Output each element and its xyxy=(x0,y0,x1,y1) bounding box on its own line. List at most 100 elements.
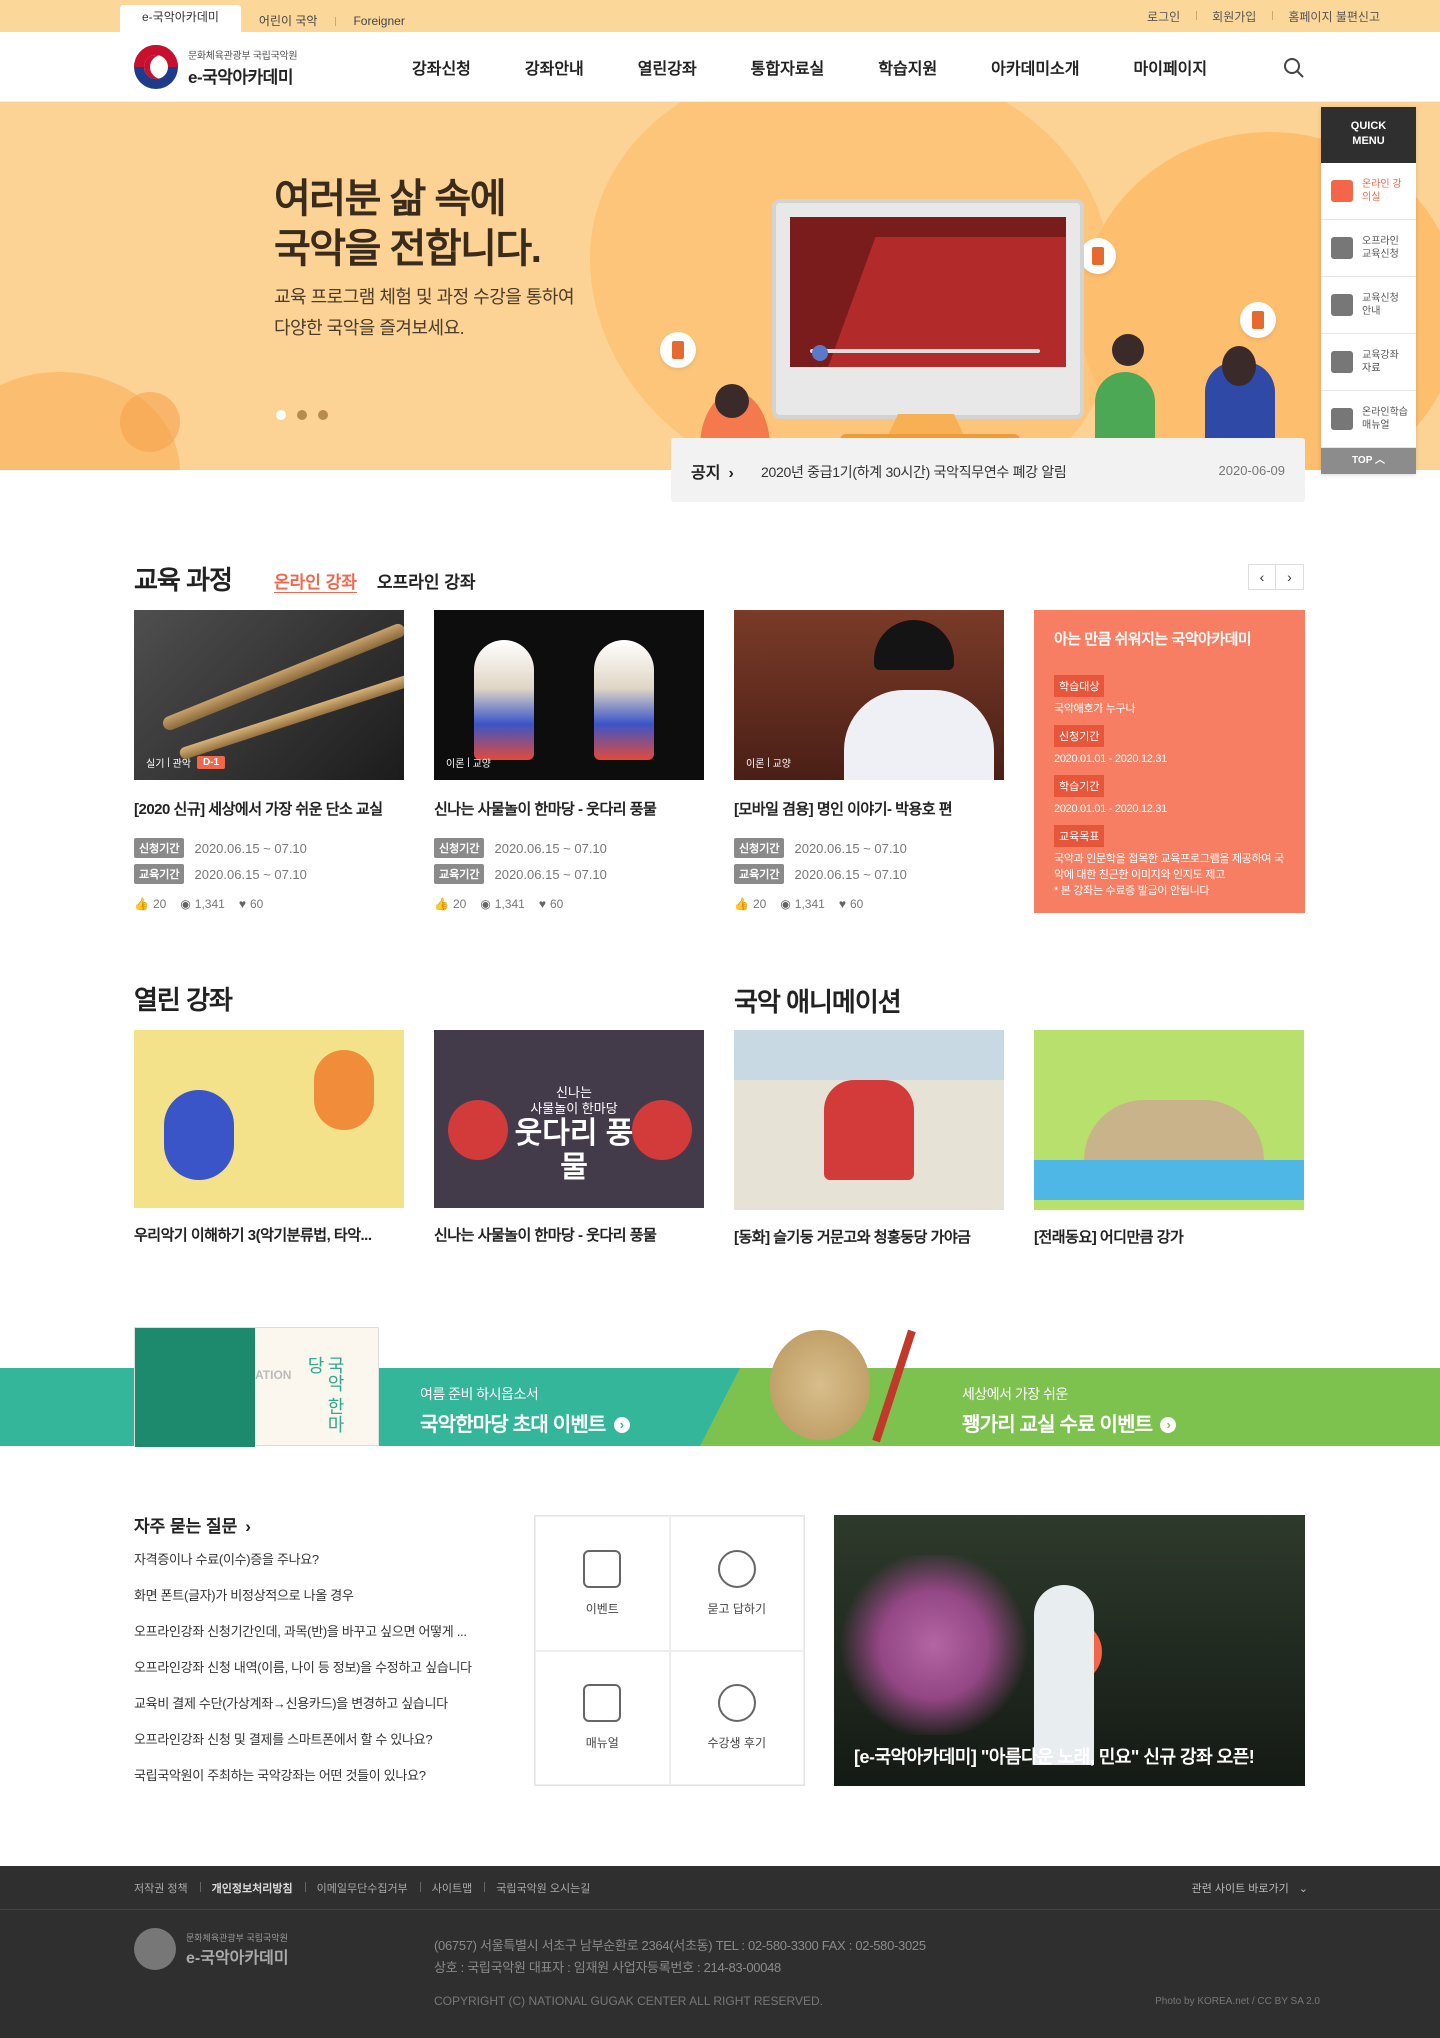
open-lecture-title[interactable]: 신나는 사물놀이 한마당 - 웃다리 풍물 xyxy=(434,1224,704,1245)
signup-link[interactable]: 회원가입 xyxy=(1196,8,1272,25)
site-tab-kids[interactable]: 어린이 국악 xyxy=(241,10,336,32)
course-thumbnail[interactable]: 이론 | 교양 xyxy=(734,610,1004,780)
course-tags: 이론 | 교양 xyxy=(446,757,491,770)
open-section-title: 열린 강좌 xyxy=(134,985,233,1015)
faq-item[interactable]: 오프라인강좌 신청기간인데, 과목(반)을 바꾸고 싶으면 어떻게 ... xyxy=(134,1622,504,1658)
anim-title[interactable]: [동화] 슬기둥 거문고와 청홍둥당 가야금 xyxy=(734,1226,1004,1247)
nav-item-apply[interactable]: 강좌신청 xyxy=(412,55,471,79)
footer-link-copyright[interactable]: 저작권 정책 xyxy=(134,1880,200,1896)
site-tab-foreigner[interactable]: Foreigner xyxy=(335,10,422,32)
course-title[interactable]: [2020 신규] 세상에서 가장 쉬운 단소 교실 xyxy=(134,798,404,819)
faq-item[interactable]: 오프라인강좌 신청 및 결제를 스마트폰에서 할 수 있나요? xyxy=(134,1730,504,1766)
footer-link-email[interactable]: 이메일무단수집거부 xyxy=(304,1880,420,1896)
shortcut-event[interactable]: 이벤트 xyxy=(535,1516,670,1651)
faq-item[interactable]: 국립국악원이 주최하는 국악강좌는 어떤 것들이 있나요? xyxy=(134,1766,504,1802)
utility-bar: e-국악아카데미 어린이 국악 Foreigner 로그인 회원가입 홈페이지 … xyxy=(0,0,1440,32)
faq-item[interactable]: 오프라인강좌 신청 내역(이름, 나이 등 정보)을 수정하고 싶습니다 xyxy=(134,1658,504,1694)
notice-date: 2020-06-09 xyxy=(1218,463,1286,478)
nav-item-guide[interactable]: 강좌안내 xyxy=(525,55,584,79)
anim-title[interactable]: [전래동요] 어디만큼 강가 xyxy=(1034,1226,1304,1247)
report-link[interactable]: 홈페이지 불편신고 xyxy=(1272,8,1396,25)
emblem-icon xyxy=(134,45,178,89)
course-thumbnail[interactable]: 실기 | 관악 D-1 xyxy=(134,610,404,780)
anim-card[interactable]: [전래동요] 어디만큼 강가 xyxy=(1034,1030,1304,1247)
faq-list: 자격증이나 수료(이수)증을 주나요? 화면 폰트(글자)가 비정상적으로 나올… xyxy=(134,1550,504,1802)
search-icon[interactable] xyxy=(1282,56,1306,80)
open-lecture-card[interactable]: 신나는 사물놀이 한마당 웃다리 풍물 신나는 사물놀이 한마당 - 웃다리 풍물 xyxy=(434,1030,704,1245)
thumbs-up-icon: 👍 xyxy=(434,897,449,911)
course-title[interactable]: [모바일 겸용] 명인 이야기- 박용호 편 xyxy=(734,798,1004,819)
event-banner-left-text[interactable]: 여름 준비 하시옵소서 국악한마당 초대 이벤트 xyxy=(420,1384,630,1437)
open-lecture-thumbnail[interactable] xyxy=(134,1030,404,1208)
instrument-badge-icon xyxy=(660,332,696,368)
course-tags: 이론 | 교양 xyxy=(746,757,791,770)
event-banner-right-text[interactable]: 세상에서 가장 쉬운 꽹가리 교실 수료 이벤트 xyxy=(962,1384,1176,1437)
pager-dot-2[interactable] xyxy=(297,410,307,420)
anim-section-title: 국악 애니메이션 xyxy=(734,987,902,1017)
notice-label[interactable]: 공지 xyxy=(691,459,734,483)
course-card[interactable]: 이론 | 교양 [모바일 겸용] 명인 이야기- 박용호 편 신청기간 2020.… xyxy=(734,610,1004,911)
nav-item-open[interactable]: 열린강좌 xyxy=(638,55,697,79)
quick-item-offline-apply[interactable]: 오프라인 교육신청 xyxy=(1321,220,1416,277)
tab-online[interactable]: 온라인 강좌 xyxy=(274,568,357,593)
course-card[interactable]: 실기 | 관악 D-1 [2020 신규] 세상에서 가장 쉬운 단소 교실 신… xyxy=(134,610,404,911)
faq-title[interactable]: 자주 묻는 질문 xyxy=(134,1512,251,1537)
anim-thumbnail[interactable] xyxy=(1034,1030,1304,1210)
top-button[interactable]: TOP ︿ xyxy=(1321,448,1416,474)
nav-item-about[interactable]: 아카데미소개 xyxy=(991,55,1079,79)
site-logo[interactable]: 문화체육관광부 국립국악원 e-국악아카데미 xyxy=(134,45,298,89)
shortcut-manual[interactable]: 매뉴얼 xyxy=(535,1650,670,1785)
header: 문화체육관광부 국립국악원 e-국악아카데미 강좌신청 강좌안내 열린강좌 통합… xyxy=(0,32,1440,102)
headset-icon xyxy=(717,1549,756,1588)
faq-item[interactable]: 화면 폰트(글자)가 비정상적으로 나올 경우 xyxy=(134,1586,504,1622)
course-tags: 실기 | 관악 D-1 xyxy=(146,755,226,770)
notice-bar[interactable]: 공지 2020년 중급1기(하계 30시간) 국악직무연수 폐강 알림 2020… xyxy=(671,438,1305,502)
site-tab-academy[interactable]: e-국악아카데미 xyxy=(120,5,241,32)
login-link[interactable]: 로그인 xyxy=(1131,8,1196,25)
quick-item-apply-guide[interactable]: 교육신청 안내 xyxy=(1321,277,1416,334)
quick-menu-title: QUICK MENU xyxy=(1321,107,1416,163)
open-lecture-card[interactable]: 우리악기 이해하기 3(악기분류법, 타악... xyxy=(134,1030,404,1245)
notice-title[interactable]: 2020년 중급1기(하계 30시간) 국악직무연수 폐강 알림 xyxy=(761,462,1067,482)
next-arrow-icon[interactable]: › xyxy=(1276,564,1304,590)
dday-badge: D-1 xyxy=(196,756,226,769)
promo-video[interactable]: [e-국악아카데미] "아름다운 노래, 민요" 신규 강좌 오픈! xyxy=(834,1515,1305,1786)
carousel-arrows: ‹ › xyxy=(1248,564,1304,590)
shortcut-qna[interactable]: 묻고 답하기 xyxy=(669,1516,804,1651)
prev-arrow-icon[interactable]: ‹ xyxy=(1248,564,1276,590)
anim-thumbnail[interactable] xyxy=(734,1030,1004,1210)
footer-links: 저작권 정책 개인정보처리방침 이메일무단수집거부 사이트맵 국립국악원 오시는… xyxy=(134,1866,602,1910)
hero-title: 여러분 삶 속에 국악을 전합니다. xyxy=(274,177,542,271)
shortcut-review[interactable]: 수강생 후기 xyxy=(669,1650,804,1785)
manual-book-icon xyxy=(583,1684,622,1723)
hero-description: 교육 프로그램 체험 및 과정 수강을 통하여 다양한 국악을 즐겨보세요. xyxy=(274,287,575,338)
related-sites-dropdown[interactable]: 관련 사이트 바로가기 xyxy=(1192,1880,1308,1896)
gong-image xyxy=(770,1330,870,1440)
footer-link-directions[interactable]: 국립국악원 오시는길 xyxy=(484,1880,602,1896)
quick-item-online-class[interactable]: 온라인 강의실 xyxy=(1321,163,1416,220)
play-icon[interactable] xyxy=(1038,1620,1102,1684)
nav-item-support[interactable]: 학습지원 xyxy=(878,55,937,79)
footer-copyright: COPYRIGHT (C) NATIONAL GUGAK CENTER ALL … xyxy=(434,1994,823,2008)
open-lecture-thumbnail[interactable]: 신나는 사물놀이 한마당 웃다리 풍물 xyxy=(434,1030,704,1208)
quick-item-materials[interactable]: 교육강좌 자료 xyxy=(1321,334,1416,391)
course-thumbnail[interactable]: 이론 | 교양 xyxy=(434,610,704,780)
course-title[interactable]: 신나는 사물놀이 한마당 - 웃다리 풍물 xyxy=(434,798,704,819)
faq-item[interactable]: 교육비 결제 수단(가상계좌→신용카드)을 변경하고 싶습니다 xyxy=(134,1694,504,1730)
open-lecture-title[interactable]: 우리악기 이해하기 3(악기분류법, 타악... xyxy=(134,1224,404,1245)
logo-title: e-국악아카데미 xyxy=(188,67,293,87)
pager-dot-1[interactable] xyxy=(276,410,286,420)
pager-dot-3[interactable] xyxy=(318,410,328,420)
quick-item-manual[interactable]: 온라인학습 매뉴얼 xyxy=(1321,391,1416,448)
nav-item-archive[interactable]: 통합자료실 xyxy=(751,55,825,79)
footer-link-privacy[interactable]: 개인정보처리방침 xyxy=(199,1880,305,1896)
box-icon xyxy=(1331,294,1353,316)
faq-item[interactable]: 자격증이나 수료(이수)증을 주나요? xyxy=(134,1550,504,1586)
shortcut-grid: 이벤트 묻고 답하기 매뉴얼 수강생 후기 xyxy=(534,1515,805,1786)
footer-address: (06757) 서울특별시 서초구 남부순환로 2364(서초동) TEL : … xyxy=(434,1938,926,1975)
footer-link-sitemap[interactable]: 사이트맵 xyxy=(419,1880,484,1896)
course-card[interactable]: 이론 | 교양 신나는 사물놀이 한마당 - 웃다리 풍물 신청기간 2020.0… xyxy=(434,610,704,911)
nav-item-mypage[interactable]: 마이페이지 xyxy=(1134,55,1208,79)
anim-card[interactable]: [동화] 슬기둥 거문고와 청홍둥당 가야금 xyxy=(734,1030,1004,1247)
tab-offline[interactable]: 오프라인 강좌 xyxy=(377,568,476,593)
